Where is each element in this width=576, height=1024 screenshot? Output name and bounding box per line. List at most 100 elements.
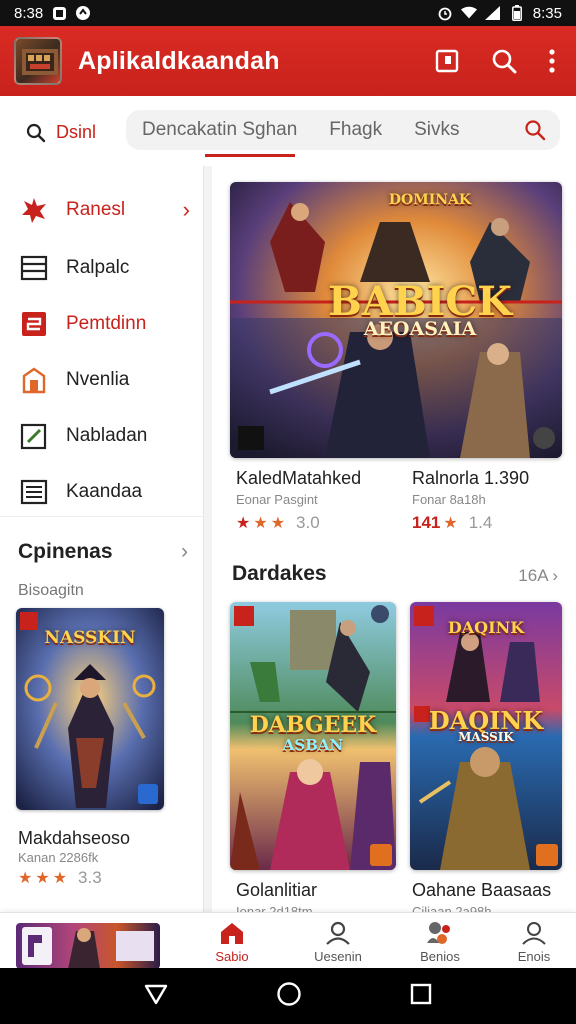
nav-item-1[interactable]: Uesenin — [298, 921, 378, 964]
app-logo[interactable] — [14, 37, 62, 85]
profile-icon — [522, 922, 546, 945]
wifi-icon — [460, 5, 477, 21]
nav-label: Sabio — [215, 949, 249, 964]
search-small-icon — [26, 123, 46, 142]
nav-label: Uesenin — [314, 949, 362, 964]
featured-item-0[interactable]: KaledMatahked Eonar Pasgint ★ ★ ★ 3.0 — [236, 468, 361, 533]
promo-banner[interactable] — [16, 923, 160, 969]
featured-item-title: KaledMatahked — [236, 468, 362, 488]
star-icon: ★ — [18, 870, 33, 887]
star-icon: ★ — [236, 515, 251, 532]
sidebar-item-1[interactable]: Ralpalc — [20, 254, 190, 282]
game-card-art-subtitle: MASSIK — [458, 730, 514, 744]
star-icon: ★ — [52, 870, 68, 887]
featured-banner[interactable]: DOMINAK BABICK AEOASAIA — [230, 182, 562, 458]
nav-item-3[interactable]: Enois — [494, 921, 574, 964]
featured-item-subtitle: Eonar Pasgint — [236, 492, 318, 507]
rating-value: 3.0 — [296, 513, 320, 532]
chevron-right-icon: › — [181, 540, 188, 563]
sidebar-item-3[interactable]: Nvenlia — [20, 366, 190, 394]
sidebar: Ranesl › Ralpalc Pemtdinn Nvenlia Nablad… — [0, 166, 204, 912]
document-icon — [20, 310, 48, 338]
search-field[interactable]: Dsinl — [26, 122, 96, 143]
window-icon[interactable] — [434, 48, 460, 74]
star-icon: ★ — [270, 515, 286, 532]
tab-1[interactable]: Fhagk — [329, 119, 382, 141]
sidebar-heading[interactable]: Cpinenas › — [18, 540, 188, 564]
sidebar-game-card[interactable]: NASSKIN — [16, 608, 164, 810]
nav-label: Enois — [517, 949, 551, 964]
sidebar-item-label: Nvenlia — [66, 369, 130, 390]
star-icon: ★ — [443, 515, 458, 532]
recents-icon[interactable] — [409, 982, 433, 1011]
search-icon[interactable] — [490, 47, 518, 75]
sidebar-card-subtitle: Kanan 2286fk — [18, 850, 99, 865]
section-link-label: 16A — [518, 566, 548, 585]
person-icon — [326, 921, 350, 945]
sidebar-item-2[interactable]: Pemtdinn — [20, 310, 190, 338]
sidebar-item-5[interactable]: Kaandaa — [20, 478, 190, 506]
games-icon — [427, 922, 450, 944]
game-card-1[interactable]: DAQINK DAQINK MASSIK — [410, 602, 562, 870]
alarm-icon — [437, 5, 453, 21]
sidebar-subheading: Bisoagitn — [18, 582, 84, 599]
sidebar-item-label: Nabladan — [66, 425, 148, 446]
nav-item-0[interactable]: Sabio — [192, 921, 272, 964]
sidebar-item-label: Ralpalc — [66, 257, 130, 278]
nav-item-2[interactable]: Benios — [400, 921, 480, 964]
sidebar-item-4[interactable]: Nabladan — [20, 422, 190, 450]
nav-label: Benios — [420, 949, 460, 964]
promo-artwork — [22, 927, 154, 969]
sidebar-item-label: Pemtdinn — [66, 313, 147, 334]
status-left-text: 8:38 — [14, 4, 44, 22]
system-navigation-bar — [0, 968, 576, 1024]
sidebar-divider — [0, 516, 204, 517]
featured-item-1[interactable]: Ralnorla 1.390 Fonar 8a18h 141 ★ 1.4 — [412, 468, 529, 533]
bottom-navigation: Sabio Uesenin Benios Enois — [0, 912, 576, 969]
list-icon — [20, 254, 48, 282]
featured-item-rating: ★ ★ ★ 3.0 — [236, 513, 361, 533]
featured-item-title: Ralnorla 1.390 — [412, 468, 530, 488]
game-card-title: Golanlitiar — [236, 880, 318, 900]
sidebar-card-art-title: NASSKIN — [44, 628, 136, 648]
tab-search-icon[interactable] — [524, 119, 546, 147]
tab-active-indicator — [205, 154, 295, 157]
home-circle-icon[interactable] — [276, 981, 302, 1012]
store-icon — [20, 366, 48, 394]
sidebar-item-label: Ranesl — [66, 199, 126, 220]
content-separator — [204, 166, 212, 912]
edit-icon — [20, 422, 48, 450]
star-icon: ★ — [253, 515, 268, 532]
back-icon[interactable] — [143, 982, 169, 1011]
featured-item-subtitle: Fonar 8a18h — [412, 492, 486, 507]
sidebar-heading-label: Cpinenas — [18, 540, 113, 563]
game-card-art-subtitle: ASBAN — [282, 736, 344, 754]
chevron-right-icon: › — [182, 197, 190, 222]
app-title: Aplikaldkaandah — [78, 46, 280, 75]
sidebar-card-title: Makdahseoso — [18, 828, 131, 848]
tab-bar: Dencakatin Sghan Fhagk Sivks — [126, 110, 560, 150]
featured-item-rating: 141 ★ 1.4 — [412, 513, 529, 533]
sidebar-card-rating: ★ ★ ★ 3.3 — [18, 868, 102, 888]
battery-icon — [509, 5, 525, 21]
game-card-art-title-top: DAQINK — [447, 618, 525, 637]
app-bar: Aplikaldkaandah — [0, 26, 576, 96]
game-card-0[interactable]: DABGEEK ASBAN — [230, 602, 396, 870]
star-icon: ★ — [35, 870, 50, 887]
rating-value: 1.4 — [468, 513, 493, 532]
game-card-art-title: DABGEEK — [249, 712, 377, 738]
chevron-right-icon: › — [552, 566, 558, 585]
home-icon — [221, 923, 243, 944]
game-card-title: Oahane Baasaas — [412, 880, 552, 900]
star-burst-icon — [20, 196, 48, 224]
section-title: Dardakes — [232, 562, 327, 585]
tab-2[interactable]: Sivks — [414, 119, 459, 141]
more-options-icon[interactable] — [548, 48, 556, 74]
sidebar-item-0[interactable]: Ranesl › — [20, 196, 190, 224]
featured-art-subtitle: AEOASAIA — [363, 318, 477, 340]
search-label: Dsinl — [56, 122, 97, 142]
status-time: 8:35 — [532, 4, 562, 22]
tab-0[interactable]: Dencakatin Sghan — [142, 119, 297, 141]
chat-notification-icon — [75, 5, 91, 21]
section-see-all-link[interactable]: 16A › — [518, 566, 558, 586]
